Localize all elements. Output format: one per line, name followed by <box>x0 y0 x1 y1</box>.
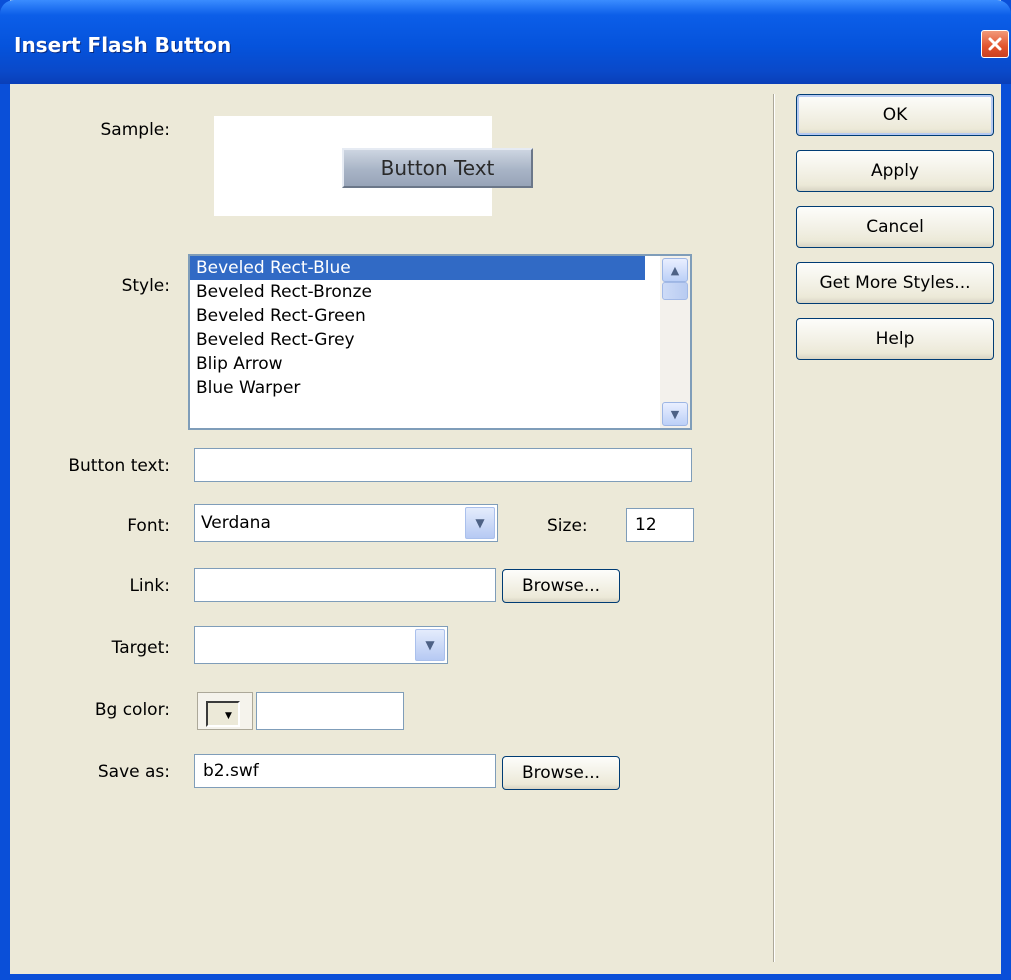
bg-color-input[interactable] <box>256 692 404 730</box>
sample-button: Button Text <box>342 148 533 188</box>
style-option[interactable]: Beveled Rect-Blue <box>190 256 645 280</box>
size-label: Size: <box>547 516 588 536</box>
save-as-input[interactable]: b2.swf <box>194 754 496 788</box>
vertical-divider <box>773 94 775 962</box>
style-option[interactable]: Beveled Rect-Green <box>190 304 645 328</box>
style-label: Style: <box>121 276 170 296</box>
style-option[interactable]: Blue Warper <box>190 376 645 400</box>
link-label: Link: <box>129 576 170 596</box>
get-more-styles-button[interactable]: Get More Styles... <box>796 262 994 304</box>
dialog-content: Sample: Button Text Style: Beveled Rect-… <box>10 84 1001 974</box>
sample-label: Sample: <box>100 120 170 140</box>
help-button[interactable]: Help <box>796 318 994 360</box>
font-value: Verdana <box>201 513 271 533</box>
style-listbox[interactable]: Beveled Rect-Blue Beveled Rect-Bronze Be… <box>188 254 692 430</box>
bg-color-swatch[interactable]: ▼ <box>197 692 253 730</box>
close-button[interactable] <box>981 30 1009 58</box>
link-input[interactable] <box>194 568 496 602</box>
target-select[interactable]: ▼ <box>194 626 448 664</box>
button-text-input[interactable] <box>194 448 692 482</box>
font-select[interactable]: Verdana ▼ <box>194 504 498 542</box>
apply-button[interactable]: Apply <box>796 150 994 192</box>
bg-color-label: Bg color: <box>94 700 170 720</box>
title-bar[interactable]: Insert Flash Button <box>0 0 1011 84</box>
scroll-down-button[interactable]: ▼ <box>662 402 688 426</box>
chevron-down-icon: ▼ <box>425 638 435 652</box>
ok-button[interactable]: OK <box>796 94 994 136</box>
size-input[interactable]: 12 <box>626 508 694 542</box>
cancel-button[interactable]: Cancel <box>796 206 994 248</box>
chevron-down-icon: ▼ <box>475 516 485 530</box>
save-as-label: Save as: <box>97 762 170 782</box>
target-dropdown-button[interactable]: ▼ <box>415 629 445 661</box>
scroll-thumb[interactable] <box>662 282 688 300</box>
insert-flash-button-dialog: Insert Flash Button Sample: Button Text … <box>0 0 1011 980</box>
chevron-up-icon: ▲ <box>670 263 680 277</box>
chevron-down-icon: ▼ <box>225 711 232 721</box>
sample-preview: Button Text <box>214 116 533 216</box>
target-label: Target: <box>111 638 170 658</box>
scroll-up-button[interactable]: ▲ <box>662 258 688 282</box>
style-option[interactable]: Beveled Rect-Grey <box>190 328 645 352</box>
dialog-title: Insert Flash Button <box>14 33 232 57</box>
button-text-label: Button text: <box>68 456 170 476</box>
style-scrollbar[interactable]: ▲ ▼ <box>660 256 690 428</box>
color-swatch-icon <box>206 701 240 727</box>
close-icon <box>988 37 1002 51</box>
font-label: Font: <box>127 516 170 536</box>
style-option[interactable]: Blip Arrow <box>190 352 645 376</box>
browse-save-button[interactable]: Browse... <box>502 756 620 790</box>
chevron-down-icon: ▼ <box>670 407 680 421</box>
style-option[interactable]: Beveled Rect-Bronze <box>190 280 645 304</box>
font-dropdown-button[interactable]: ▼ <box>465 507 495 539</box>
browse-link-button[interactable]: Browse... <box>502 569 620 603</box>
